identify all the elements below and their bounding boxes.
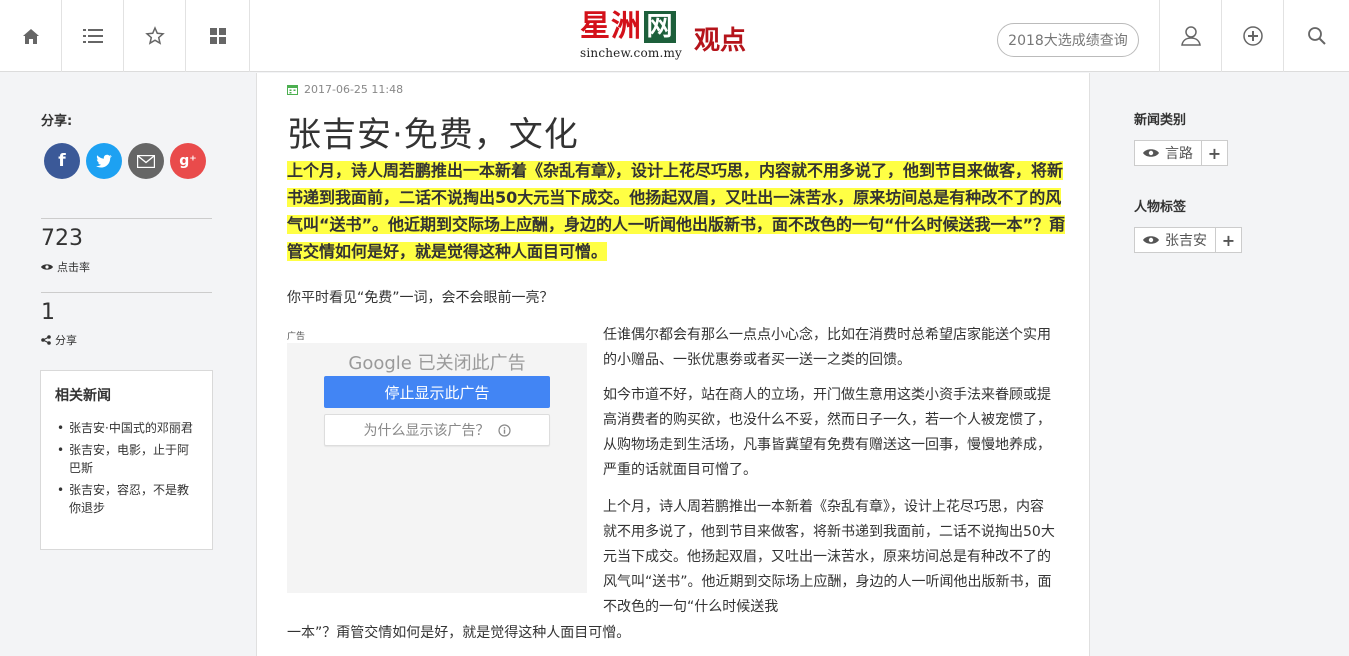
ad-slot: Google 已关闭此广告 停止显示此广告 为什么显示该广告？ [287, 343, 587, 593]
share-icon [41, 335, 51, 345]
news-category-title: 新闻类别 [1134, 113, 1187, 128]
article: 2017-06-25 11:48 张吉安·免费，文化 上个月，诗人周若鹏推出一本… [256, 73, 1090, 656]
twitter-icon [96, 154, 112, 167]
article-paragraph: 如今市道不好，站在商人的立场，开门做生意用这类小资手法来眷顾或提高消费者的购买欲… [603, 387, 1051, 478]
people-tag-link[interactable]: 张吉安 [1135, 228, 1215, 252]
twitter-share-button[interactable] [86, 143, 122, 179]
views-label-row: 点击率 [41, 259, 90, 275]
facebook-share-button[interactable]: f [44, 143, 80, 179]
plus-circle-icon [1242, 26, 1263, 46]
why-ad-label: 为什么显示该广告？ [363, 423, 490, 439]
calendar-icon [287, 85, 298, 95]
star-icon [144, 26, 165, 45]
favorites-button[interactable] [124, 0, 186, 72]
shares-label-row: 分享 [41, 332, 77, 348]
share-label: 分享: [41, 114, 73, 129]
home-button[interactable] [0, 0, 62, 72]
article-date: 2017-06-25 11:48 [287, 83, 403, 96]
logo-wang-box: 网 [644, 11, 676, 43]
views-count: 723 [41, 226, 83, 251]
search-icon [1307, 27, 1326, 45]
apps-button[interactable] [186, 0, 250, 72]
ad-closed-message: Google 已关闭此广告 [348, 353, 526, 374]
people-tag: 张吉安 + [1134, 227, 1242, 253]
divider [41, 292, 212, 293]
article-paragraph: 任谁偶尔都会有那么一点点小心念，比如在消费时总希望店家能送个实用的小赠品、一张优… [603, 327, 1051, 368]
section-name: 观点 [694, 26, 747, 56]
add-button[interactable] [1221, 0, 1283, 72]
plus-icon: + [1221, 230, 1236, 250]
email-share-button[interactable] [128, 143, 164, 179]
election-results-button[interactable]: 2018大选成绩查询 [997, 23, 1139, 57]
lead-highlight: 上个月，诗人周若鹏推出一本新着《杂乱有章》，设计上花尽巧思，内容就不用多说了，他… [287, 161, 1066, 261]
search-button[interactable] [1283, 0, 1349, 72]
related-news-item[interactable]: 张吉安，容忍，不是教你退步 [55, 481, 198, 517]
googleplus-share-button[interactable]: g⁺ [170, 143, 206, 179]
menu-button[interactable] [62, 0, 124, 72]
facebook-icon: f [58, 151, 66, 171]
follow-person-button[interactable]: + [1215, 228, 1241, 252]
eye-icon [41, 264, 53, 270]
site-logo[interactable]: 星洲 网 sinchew.com.my 观点 [580, 8, 746, 66]
article-date-text: 2017-06-25 11:48 [304, 83, 404, 96]
logo-url: sinchew.com.my [580, 46, 683, 60]
article-question: 你平时看见“免费”一词，会不会眼前一亮？ [287, 290, 554, 306]
top-bar: 星洲 网 sinchew.com.my 观点 2018大选成绩查询 [0, 0, 1349, 72]
shares-label: 分享 [55, 334, 77, 347]
article-title: 张吉安·免费，文化 [287, 115, 579, 155]
shares-count: 1 [41, 300, 55, 325]
logo-text: 星洲 网 [580, 8, 682, 46]
stop-ad-button[interactable]: 停止显示此广告 [324, 376, 550, 408]
plus-icon: + [1207, 143, 1222, 163]
user-icon [1180, 26, 1201, 46]
right-sidebar: 新闻类别 言路 + 人物标签 张吉安 + [1091, 73, 1349, 656]
eye-icon [1143, 149, 1159, 157]
category-tag: 言路 + [1134, 140, 1228, 166]
divider [41, 218, 212, 219]
related-news-item[interactable]: 张吉安，电影，止于阿巴斯 [55, 441, 198, 477]
grid-icon [209, 28, 226, 44]
ad-label: 广告 [287, 332, 306, 342]
info-icon [497, 423, 511, 437]
related-news-title: 相关新闻 [55, 388, 111, 404]
article-paragraph: 上个月，诗人周若鹏推出一本新着《杂乱有章》，设计上花尽巧思，内容就不用多说了，他… [603, 499, 1055, 615]
views-label: 点击率 [57, 261, 90, 274]
category-tag-link[interactable]: 言路 [1135, 141, 1201, 165]
logo-main: 星洲 网 sinchew.com.my [580, 8, 682, 60]
related-news-list: 张吉安·中国式的邓丽君 张吉安，电影，止于阿巴斯 张吉安，容忍，不是教你退步 [55, 419, 198, 517]
follow-category-button[interactable]: + [1201, 141, 1227, 165]
logo-chinese: 星洲 [580, 9, 642, 44]
category-tag-label: 言路 [1165, 146, 1193, 162]
people-tag-label: 张吉安 [1165, 233, 1207, 249]
list-icon [82, 29, 103, 43]
related-news-item[interactable]: 张吉安·中国式的邓丽君 [55, 419, 198, 437]
why-ad-button[interactable]: 为什么显示该广告？ [324, 414, 550, 446]
home-icon [22, 29, 39, 44]
eye-icon [1143, 236, 1159, 244]
googleplus-icon: g⁺ [179, 153, 197, 169]
people-tag-title: 人物标签 [1134, 200, 1187, 215]
related-news-panel: 相关新闻 张吉安·中国式的邓丽君 张吉安，电影，止于阿巴斯 张吉安，容忍，不是教… [40, 370, 213, 550]
user-button[interactable] [1159, 0, 1221, 72]
email-icon [137, 154, 155, 168]
article-paragraph-tail: 一本”？甭管交情如何是好，就是觉得这种人面目可憎。 [287, 625, 631, 641]
article-lead: 上个月，诗人周若鹏推出一本新着《杂乱有章》，设计上花尽巧思，内容就不用多说了，他… [287, 157, 1067, 265]
